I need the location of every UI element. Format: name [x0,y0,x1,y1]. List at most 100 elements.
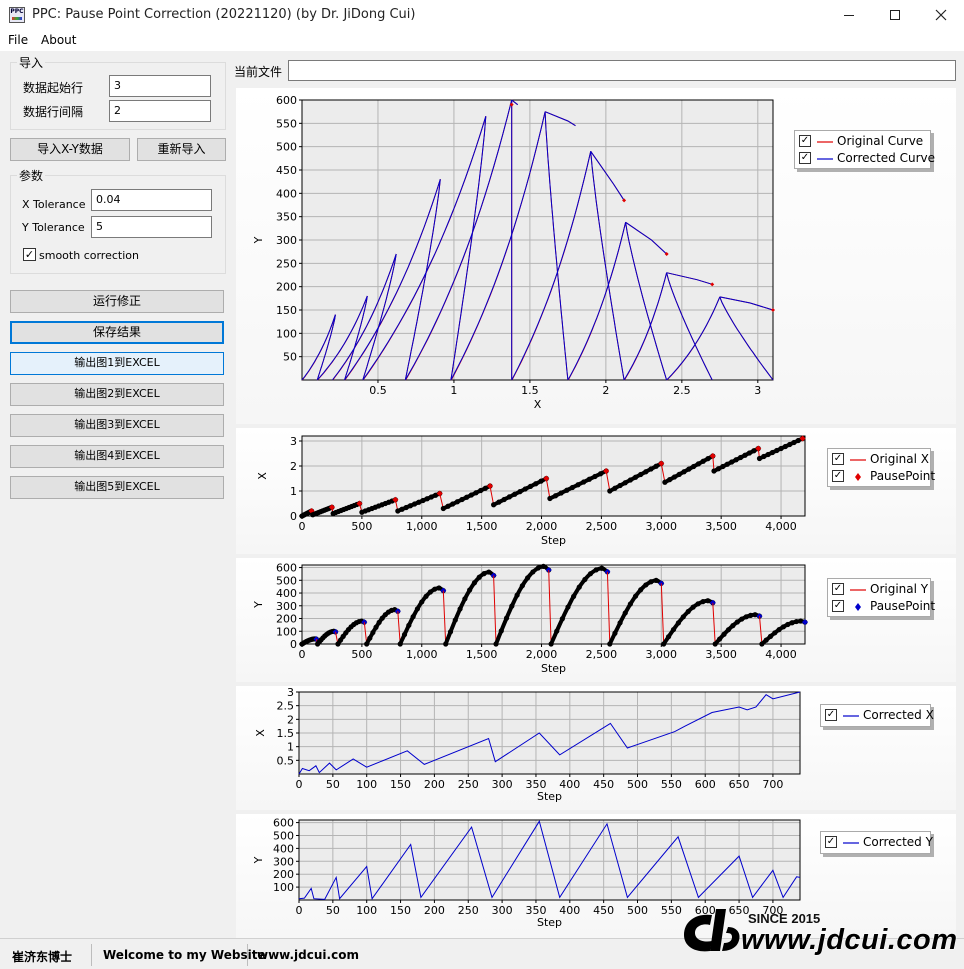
x-tick-label: 600 [695,778,716,791]
x-tick-label: 450 [593,904,614,917]
data-point [410,614,416,620]
data-point [772,630,778,636]
row-interval-input[interactable]: 2 [109,100,211,122]
legend-checkbox[interactable]: ✓ [832,600,844,612]
app-icon: PPC [9,7,25,23]
data-point [627,601,633,607]
y-tick-label: 600 [273,817,294,830]
y-tick-label: 100 [276,327,297,340]
data-point [373,624,379,630]
data-point [569,484,576,491]
data-point [519,583,525,589]
data-point [593,567,599,573]
status-website-link[interactable]: www.jdcui.com [257,948,359,962]
start-row-label: 数据起始行 [23,81,84,95]
y-tick-label: 250 [276,257,297,270]
data-point [397,641,403,647]
menu-about[interactable]: About [41,33,76,47]
x-tick-label: 0.5 [369,384,387,397]
smooth-correction-checkbox[interactable]: ✓ [23,248,36,261]
y-tick-label: 3 [290,435,297,448]
data-point [401,631,408,638]
x-tick-label: 1,500 [466,520,498,533]
y-axis-title: X [254,729,267,737]
y-tolerance-input[interactable]: 5 [91,216,212,238]
export-chart5-button[interactable]: 输出图5到EXCEL [10,476,224,499]
y-tick-label: 2 [290,460,297,473]
status-separator [91,944,92,966]
y-axis-title: X [256,472,269,480]
smooth-correction-label: smooth correction [39,249,139,262]
y-tick-label: 450 [276,164,297,177]
legend-checkbox[interactable]: ✓ [832,583,844,595]
data-point [670,626,677,633]
x-tolerance-input[interactable]: 0.04 [91,189,212,211]
legend-corrected-curve-checkbox[interactable]: ✓ [799,152,811,164]
legend-label: Corrected Curve [837,151,936,165]
export-chart2-button[interactable]: 输出图2到EXCEL [10,383,224,406]
start-row-input[interactable]: 3 [109,75,211,97]
data-point [667,477,673,483]
y-axis-title: Y [252,236,265,244]
data-point [711,468,717,474]
data-point [705,456,711,462]
legend-original-curve-checkbox[interactable]: ✓ [799,135,811,147]
x-tick-label: 1.5 [521,384,539,397]
data-point [468,492,474,498]
data-point [581,479,587,485]
data-point [450,501,456,507]
data-point [705,598,711,604]
reimport-button[interactable]: 重新导入 [137,138,226,161]
window-title: PPC: Pause Point Correction (20221120) (… [32,7,416,22]
export-chart3-button[interactable]: 输出图3到EXCEL [10,414,224,437]
data-point [419,599,425,605]
legend-checkbox[interactable]: ✓ [832,453,844,465]
data-point [443,641,449,647]
legend-checkbox[interactable]: ✓ [825,836,837,848]
data-point [509,603,515,609]
data-point [493,641,499,647]
data-point [717,636,723,642]
x-tick-label: 400 [559,778,580,791]
data-point [447,629,454,635]
y-axis-title: Y [252,601,265,609]
x-tick-label: 250 [458,778,479,791]
status-separator [247,944,248,966]
y-tick-label: 200 [276,281,297,294]
x-tick-label: 150 [390,904,411,917]
chart-corrected-y-panel: 0 50 100 150 200 250 300 350 400 450 500 550 600 650 7… [236,814,956,938]
x-tick-label: 1,500 [466,648,498,661]
x-tick-label: 0 [296,778,303,791]
data-point [734,619,740,625]
maximize-button[interactable] [872,0,918,31]
data-point [617,620,623,626]
x-tick-label: 500 [351,648,372,661]
menu-file[interactable]: File [8,33,28,47]
x-tick-label: 300 [492,904,513,917]
export-chart1-button[interactable]: 输出图1到EXCEL [10,352,224,375]
x-axis-title: Step [537,916,562,929]
y-tick-label: 2.5 [277,700,295,713]
legend-checkbox[interactable]: ✓ [825,709,837,721]
save-results-button[interactable]: 保存结果 [10,321,224,344]
close-button[interactable] [918,0,964,31]
export-chart4-button[interactable]: 输出图4到EXCEL [10,445,224,468]
x-tick-label: 100 [356,778,377,791]
data-point [522,486,528,492]
blue-diamond-icon [855,603,861,611]
import-xy-button[interactable]: 导入X-Y数据 [10,138,130,161]
legend-label: Original Y [870,582,929,596]
x-axis-title: X [534,398,542,411]
data-point [712,641,718,647]
data-point [364,641,370,647]
minimize-button[interactable] [826,0,872,31]
current-file-input[interactable] [288,60,956,81]
legend-label: PausePoint [870,469,936,483]
run-correction-button[interactable]: 运行修正 [10,290,224,313]
y-tick-label: 1.5 [277,727,295,740]
legend-label: Corrected Y [863,835,933,849]
data-point [720,463,726,470]
data-point [587,571,594,577]
blue-line-icon [843,715,859,717]
legend-checkbox[interactable]: ✓ [832,470,844,482]
